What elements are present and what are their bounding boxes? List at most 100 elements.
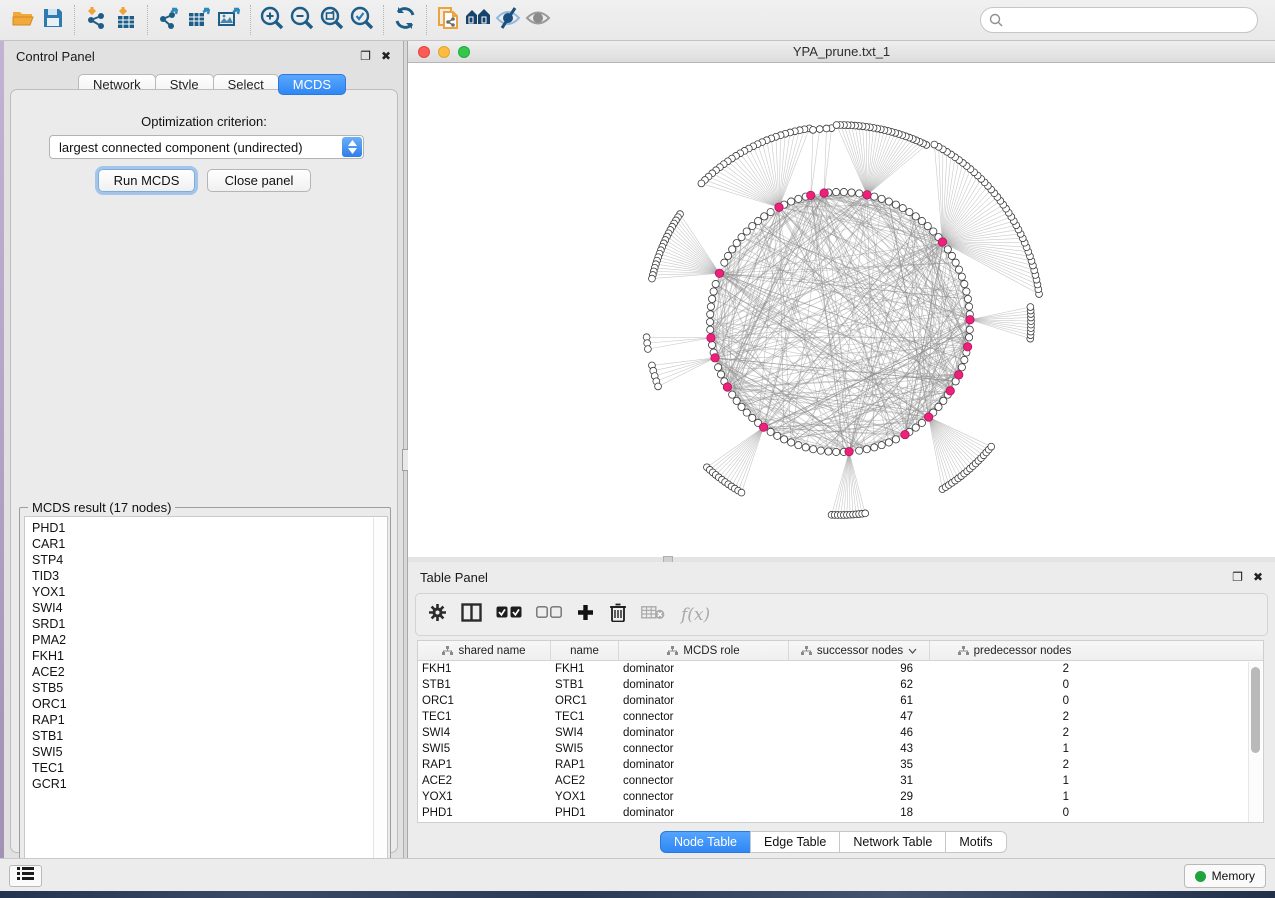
- zoom-in-button[interactable]: [257, 5, 287, 35]
- tree-icon: [667, 646, 678, 656]
- show-panels-button[interactable]: [9, 865, 42, 887]
- list-item[interactable]: SWI4: [32, 600, 387, 616]
- show-all-button[interactable]: [523, 5, 553, 35]
- unselect-all-button[interactable]: [536, 606, 562, 624]
- control-panel-title: Control Panel: [16, 49, 95, 64]
- list-item[interactable]: YOX1: [32, 584, 387, 600]
- table-row[interactable]: TEC1TEC1connector472: [418, 709, 1263, 725]
- save-icon: [41, 6, 65, 35]
- node-table: shared name name MCDS role successor nod…: [417, 640, 1264, 823]
- hide-selected-button[interactable]: [493, 5, 523, 35]
- column-header-name[interactable]: name: [551, 641, 619, 660]
- scrollbar-thumb[interactable]: [1251, 667, 1260, 753]
- open-file-button[interactable]: [8, 5, 38, 35]
- network-view-window: YPA_prune.txt_1: [408, 41, 1275, 557]
- table-settings-button[interactable]: [428, 603, 447, 627]
- mcds-tab-content: Optimization criterion: largest connecte…: [10, 89, 398, 853]
- tab-node-table[interactable]: Node Table: [660, 831, 751, 853]
- list-item[interactable]: STB5: [32, 680, 387, 696]
- combo-selected-value: largest connected component (undirected): [50, 140, 342, 155]
- combo-stepper-icon: [342, 137, 362, 157]
- list-item[interactable]: GCR1: [32, 776, 387, 792]
- close-panel-icon[interactable]: ✖: [1253, 571, 1263, 583]
- clone-network-button[interactable]: [433, 5, 463, 35]
- tab-network-table[interactable]: Network Table: [839, 831, 946, 853]
- list-item[interactable]: STP4: [32, 552, 387, 568]
- toolbar-separator: [147, 5, 148, 35]
- list-scrollbar[interactable]: [373, 518, 386, 874]
- delete-column-button[interactable]: [609, 602, 627, 627]
- search-field[interactable]: [980, 7, 1258, 33]
- zoom-fit-icon: [318, 4, 346, 37]
- refresh-button[interactable]: [390, 5, 420, 35]
- control-panel-header: Control Panel ❐ ✖: [4, 41, 403, 71]
- network-window-titlebar[interactable]: YPA_prune.txt_1: [408, 41, 1275, 63]
- add-column-button[interactable]: [576, 603, 595, 627]
- select-all-button[interactable]: [496, 606, 522, 624]
- tree-icon: [958, 646, 969, 656]
- desktop-wallpaper: [0, 891, 1275, 898]
- list-item[interactable]: TEC1: [32, 760, 387, 776]
- tab-mcds[interactable]: MCDS: [278, 74, 346, 95]
- import-network-button[interactable]: [81, 5, 111, 35]
- list-item[interactable]: PHD1: [32, 520, 387, 536]
- list-item[interactable]: CAR1: [32, 536, 387, 552]
- table-body: FKH1FKH1dominator962 STB1STB1dominator62…: [418, 661, 1263, 821]
- table-row[interactable]: PHD1PHD1dominator180: [418, 805, 1263, 821]
- zoom-selected-button[interactable]: [347, 5, 377, 35]
- float-panel-icon[interactable]: ❐: [1232, 571, 1243, 583]
- memory-button[interactable]: Memory: [1184, 864, 1266, 888]
- list-item[interactable]: PMA2: [32, 632, 387, 648]
- list-item[interactable]: RAP1: [32, 712, 387, 728]
- tab-edge-table[interactable]: Edge Table: [750, 831, 840, 853]
- list-item[interactable]: SRD1: [32, 616, 387, 632]
- export-table-button[interactable]: [184, 5, 214, 35]
- column-header-predecessor-nodes[interactable]: predecessor nodes: [930, 641, 1099, 660]
- table-row[interactable]: RAP1RAP1dominator352: [418, 757, 1263, 773]
- memory-label: Memory: [1212, 869, 1255, 883]
- trash-icon: [609, 602, 627, 627]
- table-row[interactable]: SWI4SWI4dominator462: [418, 725, 1263, 741]
- column-header-mcds-role[interactable]: MCDS role: [619, 641, 789, 660]
- save-session-button[interactable]: [38, 5, 68, 35]
- mcds-result-list[interactable]: PHD1 CAR1 STP4 TID3 YOX1 SWI4 SRD1 PMA2 …: [24, 516, 388, 874]
- import-table-icon: [113, 5, 139, 36]
- table-row[interactable]: YOX1YOX1connector291: [418, 789, 1263, 805]
- close-panel-icon[interactable]: ✖: [381, 50, 391, 62]
- export-network-button[interactable]: [154, 5, 184, 35]
- export-image-button[interactable]: [214, 5, 244, 35]
- list-item[interactable]: ORC1: [32, 696, 387, 712]
- close-panel-button[interactable]: Close panel: [207, 169, 311, 192]
- list-item[interactable]: SWI5: [32, 744, 387, 760]
- zoom-fit-button[interactable]: [317, 5, 347, 35]
- list-item[interactable]: TID3: [32, 568, 387, 584]
- float-panel-icon[interactable]: ❐: [360, 50, 371, 62]
- table-tabs: Node Table Edge Table Network Table Moti…: [661, 831, 1007, 853]
- eye-slash-icon: [494, 4, 522, 37]
- table-row[interactable]: FKH1FKH1dominator962: [418, 661, 1263, 677]
- list-item[interactable]: STB1: [32, 728, 387, 744]
- table-row[interactable]: SWI5SWI5connector431: [418, 741, 1263, 757]
- search-input[interactable]: [980, 7, 1258, 33]
- optimization-criterion-label: Optimization criterion:: [11, 114, 397, 129]
- table-row[interactable]: ORC1ORC1dominator610: [418, 693, 1263, 709]
- column-header-successor-nodes[interactable]: successor nodes: [789, 641, 930, 660]
- zoom-out-button[interactable]: [287, 5, 317, 35]
- export-table-icon: [186, 5, 212, 36]
- list-item[interactable]: FKH1: [32, 648, 387, 664]
- table-row[interactable]: ACE2ACE2connector311: [418, 773, 1263, 789]
- sort-chevron-icon: [908, 648, 917, 654]
- import-table-button[interactable]: [111, 5, 141, 35]
- import-network-icon: [83, 5, 109, 36]
- network-canvas[interactable]: [408, 63, 1275, 556]
- run-mcds-button[interactable]: Run MCDS: [98, 169, 195, 192]
- show-columns-button[interactable]: [461, 603, 482, 627]
- mcds-result-title: MCDS result (17 nodes): [28, 500, 175, 515]
- table-row[interactable]: STB1STB1dominator620: [418, 677, 1263, 693]
- optimization-criterion-select[interactable]: largest connected component (undirected): [49, 135, 364, 159]
- tab-motifs[interactable]: Motifs: [945, 831, 1006, 853]
- column-header-shared-name[interactable]: shared name: [418, 641, 551, 660]
- table-scrollbar[interactable]: [1248, 662, 1262, 822]
- list-item[interactable]: ACE2: [32, 664, 387, 680]
- first-neighbors-button[interactable]: [463, 5, 493, 35]
